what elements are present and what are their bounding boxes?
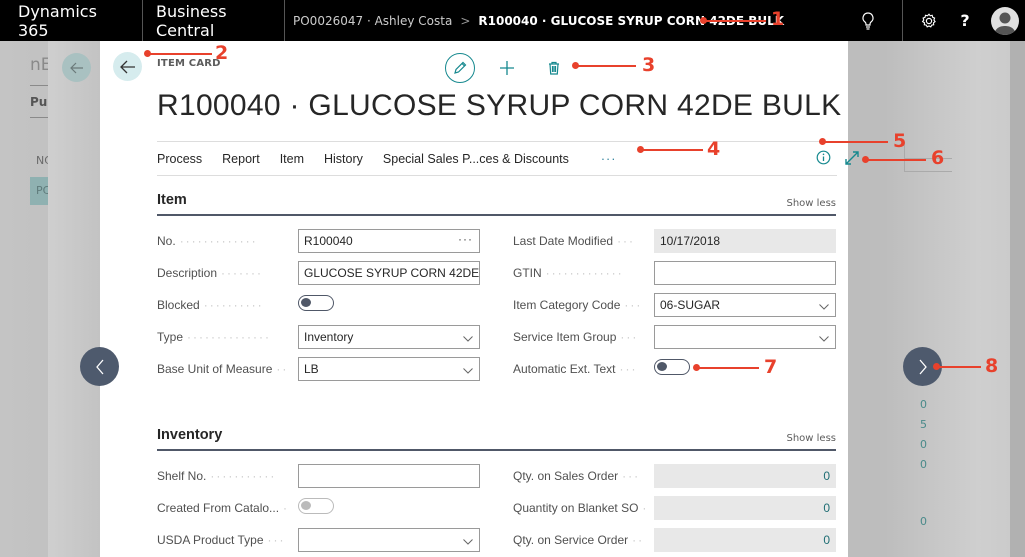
show-less-link[interactable]: Show less [786, 433, 836, 444]
background-back-button [62, 53, 91, 82]
blocked-toggle[interactable] [298, 295, 334, 311]
lightbulb-icon[interactable] [850, 0, 886, 41]
breadcrumb-parent[interactable]: PO0026047 · Ashley Costa [293, 14, 452, 28]
divider [904, 171, 952, 172]
section-title[interactable]: Item [157, 192, 187, 208]
type-select[interactable]: Inventory [298, 325, 480, 349]
back-button[interactable] [113, 52, 142, 81]
previous-record-button[interactable] [80, 347, 119, 386]
chevron-down-icon [463, 363, 473, 377]
tab-special-sales-prices-discounts[interactable]: Special Sales P...ces & Discounts [383, 152, 569, 166]
chevron-down-icon [819, 331, 829, 345]
field-label-automatic-ext-text: Automatic Ext. Text ··· [513, 362, 638, 376]
top-navigation-bar: Dynamics 365 Business Central PO0026047 … [0, 0, 1025, 41]
help-icon[interactable]: ? [947, 0, 983, 41]
help-glyph: ? [960, 11, 970, 30]
field-label-quantity-on-blanket-so: Quantity on Blanket SO · [513, 501, 649, 515]
description-field[interactable]: GLUCOSE SYRUP CORN 42DE BU [298, 261, 480, 285]
product-name[interactable]: Dynamics 365 [0, 0, 143, 41]
field-label-created-from-catalog: Created From Catalo... · [157, 501, 290, 515]
plus-icon [500, 61, 514, 75]
pencil-icon [454, 61, 467, 74]
qty-on-service-order-field[interactable]: 0 [654, 528, 836, 552]
created-from-catalog-toggle [298, 498, 334, 514]
field-label-qty-on-sales-order: Qty. on Sales Order ··· [513, 469, 641, 483]
expand-icon[interactable] [844, 150, 860, 170]
no-field[interactable]: R100040 ··· [298, 229, 480, 253]
page-title: R100040 · GLUCOSE SYRUP CORN 42DE BULK [157, 89, 842, 122]
base-unit-of-measure-select[interactable]: LB [298, 357, 480, 381]
more-options-button[interactable]: ··· [601, 152, 617, 166]
field-label-gtin: GTIN ············· [513, 266, 624, 280]
tab-item[interactable]: Item [280, 152, 304, 166]
field-label-service-item-group: Service Item Group ··· [513, 330, 639, 344]
field-label-base-unit: Base Unit of Measure ·· [157, 362, 289, 376]
field-label-type: Type ·············· [157, 330, 271, 344]
quantity-on-blanket-so-field[interactable]: 0 [654, 496, 836, 520]
field-label-usda-product-type: USDA Product Type ··· [157, 533, 286, 547]
chevron-left-icon [95, 359, 103, 374]
chevron-right-icon [919, 359, 927, 374]
automatic-ext-text-toggle[interactable] [654, 359, 690, 375]
background-value: 0 [920, 515, 927, 528]
item-category-code-select[interactable]: 06-SUGAR [654, 293, 836, 317]
background-value: 5 [920, 418, 927, 431]
action-tabs: Process Report Item History Special Sale… [157, 141, 837, 176]
item-card-dialog: ITEM CARD R100040 · GLUCOSE SYRUP CORN 4… [100, 41, 859, 557]
shelf-no-field[interactable] [298, 464, 480, 488]
background-value: 0 [920, 438, 927, 451]
divider [30, 117, 48, 118]
app-name[interactable]: Business Central [143, 0, 285, 41]
divider [30, 85, 48, 86]
chevron-down-icon [463, 534, 473, 548]
chevron-down-icon [819, 299, 829, 313]
lookup-ellipsis-icon[interactable]: ··· [458, 232, 473, 246]
top-icons: ? [850, 0, 1025, 41]
tab-process[interactable]: Process [157, 152, 202, 166]
breadcrumb-separator: > [460, 13, 471, 28]
service-item-group-select[interactable] [654, 325, 836, 349]
section-title[interactable]: Inventory [157, 427, 222, 443]
usda-product-type-select[interactable] [298, 528, 480, 552]
field-label-no: No. ············· [157, 234, 258, 248]
tab-report[interactable]: Report [222, 152, 260, 166]
last-date-modified-field: 10/17/2018 [654, 229, 836, 253]
field-label-shelf-no: Shelf No. ··········· [157, 469, 277, 483]
info-icon[interactable] [816, 150, 831, 169]
background-scrollbar [1010, 41, 1025, 557]
qty-on-sales-order-field[interactable]: 0 [654, 464, 836, 488]
settings-icon[interactable] [911, 0, 947, 41]
field-label-qty-on-service-order: Qty. on Service Order ·· [513, 533, 645, 547]
item-section-header: Item Show less [157, 192, 836, 216]
chevron-down-icon [463, 331, 473, 345]
trash-icon [549, 61, 559, 75]
page-type-label: ITEM CARD [157, 58, 221, 69]
field-label-item-category-code: Item Category Code ··· [513, 298, 643, 312]
field-label-blocked: Blocked ·········· [157, 298, 264, 312]
action-bar [445, 53, 586, 83]
inventory-section-header: Inventory Show less [157, 427, 836, 451]
user-avatar[interactable] [991, 6, 1019, 35]
gtin-field[interactable] [654, 261, 836, 285]
delete-button[interactable] [539, 53, 569, 83]
divider [902, 0, 903, 41]
edit-button[interactable] [445, 53, 475, 83]
tab-history[interactable]: History [324, 152, 363, 166]
show-less-link[interactable]: Show less [786, 198, 836, 209]
background-value: 0 [920, 398, 927, 411]
background-value: 0 [920, 458, 927, 471]
new-button[interactable] [492, 53, 522, 83]
field-label-last-date-modified: Last Date Modified ··· [513, 234, 636, 248]
field-label-description: Description ······· [157, 266, 264, 280]
